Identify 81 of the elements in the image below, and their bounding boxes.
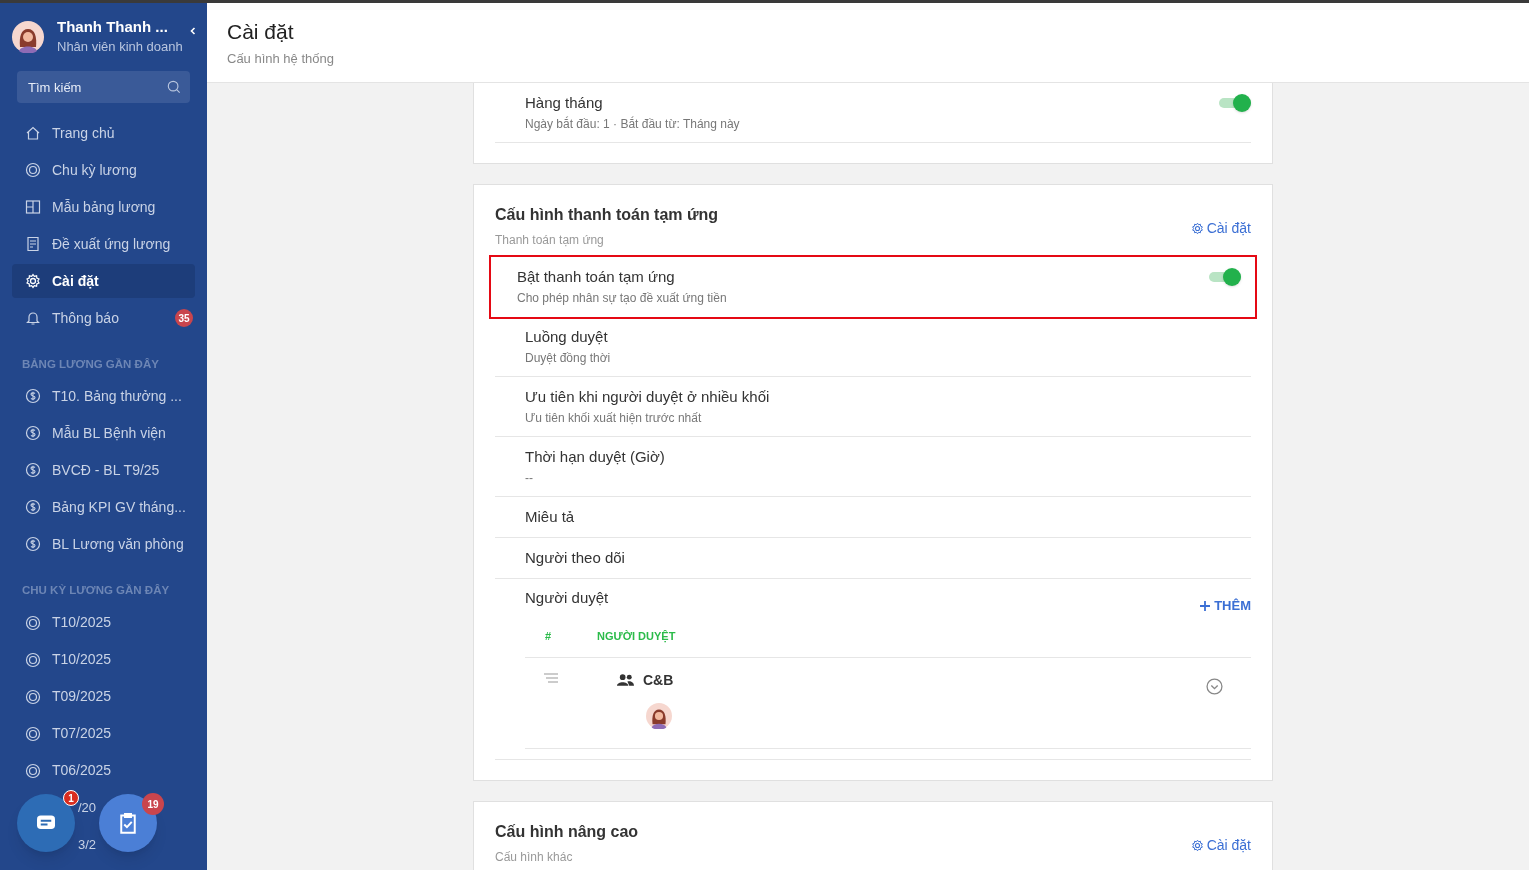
user-role: Nhân viên kinh doanh bbox=[57, 38, 183, 56]
nav-item[interactable]: Mẫu BL Bệnh viện bbox=[12, 416, 195, 451]
document-icon bbox=[25, 236, 41, 252]
approver-name: C&B bbox=[643, 670, 674, 690]
user-name: Thanh Thanh ... bbox=[57, 17, 169, 37]
card-title: Cấu hình nâng cao bbox=[495, 821, 639, 842]
search-icon[interactable] bbox=[167, 80, 181, 94]
target-icon bbox=[25, 725, 41, 742]
nav-item[interactable]: Đề xuất ứng lương bbox=[12, 227, 195, 261]
target-icon bbox=[25, 688, 41, 705]
setting-label: Người duyệt bbox=[525, 588, 609, 608]
setting-label: Bật thanh toán tạm ứng bbox=[517, 267, 676, 287]
nav-item[interactable]: T10/2025 bbox=[12, 642, 195, 677]
dollar-icon bbox=[25, 388, 41, 405]
nav-item[interactable]: /20 bbox=[78, 797, 97, 818]
settings-link[interactable]: Cài đặt bbox=[1190, 834, 1251, 856]
card-subtitle: Thanh toán tạm ứng bbox=[495, 232, 604, 249]
setting-label: Miêu tả bbox=[525, 507, 575, 527]
dollar-icon bbox=[25, 425, 41, 442]
settings-icon bbox=[25, 273, 41, 289]
nav-item[interactable]: Chu kỳ lương bbox=[12, 153, 195, 187]
dollar-icon bbox=[25, 536, 41, 553]
column-header: NGƯỜI DUYỆT bbox=[597, 628, 676, 645]
drag-handle-icon[interactable] bbox=[544, 672, 558, 683]
nav-item[interactable]: T06/2025 bbox=[12, 753, 195, 788]
nav-item[interactable]: T10. Bảng thưởng ... bbox=[12, 379, 195, 414]
page-title: Cài đặt bbox=[227, 19, 294, 45]
settings-icon bbox=[1190, 838, 1204, 852]
floating-button[interactable] bbox=[99, 794, 157, 852]
target-icon bbox=[25, 162, 41, 178]
setting-label: Ưu tiên khi người duyệt ở nhiều khối bbox=[525, 387, 770, 407]
nav-item[interactable]: BL Lương văn phòng bbox=[12, 527, 195, 562]
settings-icon bbox=[1190, 222, 1204, 235]
nav-item[interactable]: BVCĐ - BL T9/25 bbox=[12, 453, 195, 488]
count-badge: 35 bbox=[175, 309, 193, 327]
section-heading: BẢNG LƯƠNG GẦN ĐÂY bbox=[22, 357, 159, 372]
toggle-switch[interactable] bbox=[1209, 268, 1241, 286]
toggle-switch[interactable] bbox=[1219, 94, 1251, 112]
dollar-icon bbox=[25, 462, 41, 479]
search-field[interactable]: Tìm kiếm bbox=[17, 71, 190, 103]
group-icon bbox=[617, 674, 634, 686]
page-subtitle: Cấu hình hệ thống bbox=[227, 50, 334, 68]
nav-item[interactable]: Cài đặt bbox=[12, 264, 195, 298]
target-icon bbox=[25, 762, 41, 779]
card-subtitle: Cấu hình khác bbox=[495, 848, 573, 866]
bell-icon bbox=[25, 310, 41, 326]
setting-label: Hàng tháng bbox=[525, 93, 604, 113]
nav-item[interactable]: T09/2025 bbox=[12, 679, 195, 714]
nav-item[interactable]: T10/2025 bbox=[12, 605, 195, 640]
nav-item[interactable]: T07/2025 bbox=[12, 716, 195, 751]
avatar-icon bbox=[12, 21, 44, 53]
setting-description: Ngày bắt đầu: 1 · Bắt đầu từ: Tháng này bbox=[525, 116, 740, 132]
target-icon bbox=[25, 651, 41, 668]
settings-link[interactable]: Cài đặt bbox=[1190, 218, 1251, 239]
count-badge: 19 bbox=[142, 793, 164, 815]
layout-icon bbox=[25, 199, 41, 215]
setting-label: Người theo dõi bbox=[525, 548, 625, 568]
add-button[interactable]: THÊM bbox=[1200, 596, 1251, 616]
nav-item[interactable]: 3/2 bbox=[78, 834, 97, 855]
target-icon bbox=[25, 614, 41, 631]
setting-description: Cho phép nhân sự tạo đề xuất ứng tiền bbox=[517, 290, 727, 306]
count-badge: 1 bbox=[63, 790, 79, 806]
section-heading: CHU KỲ LƯƠNG GẦN ĐÂY bbox=[22, 583, 170, 599]
collapse-icon[interactable] bbox=[189, 27, 197, 35]
setting-description: Duyệt đồng thời bbox=[525, 350, 611, 366]
nav-item[interactable]: Mẫu bảng lương bbox=[12, 190, 195, 224]
home-icon bbox=[25, 125, 41, 141]
avatar-icon bbox=[646, 702, 672, 729]
dollar-icon bbox=[25, 499, 41, 516]
nav-item[interactable]: Bảng KPI GV tháng... bbox=[12, 490, 195, 525]
column-header: # bbox=[545, 628, 553, 644]
setting-description: Ưu tiên khối xuất hiện trước nhất bbox=[525, 410, 702, 426]
nav-item[interactable]: Trang chủ bbox=[12, 116, 195, 150]
floating-button[interactable] bbox=[17, 794, 75, 852]
card-title: Cấu hình thanh toán tạm ứng bbox=[495, 205, 719, 225]
setting-label: Luồng duyệt bbox=[525, 327, 609, 347]
plus-icon bbox=[1200, 600, 1211, 611]
setting-label: Thời hạn duyệt (Giờ) bbox=[525, 447, 665, 467]
nav-item[interactable]: Thông báo 35 bbox=[12, 301, 195, 335]
chevron-down-icon[interactable] bbox=[1206, 677, 1223, 695]
setting-description: -- bbox=[525, 470, 533, 486]
